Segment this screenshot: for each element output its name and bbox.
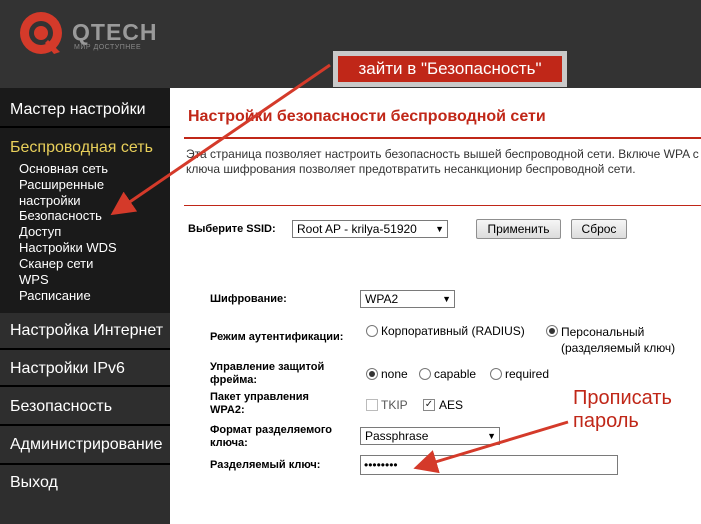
auth-mode-label: Режим аутентификации: xyxy=(210,331,344,343)
encryption-label: Шифрование: xyxy=(210,293,287,305)
sidebar-item-internet[interactable]: Настройка Интернет xyxy=(10,322,163,340)
sidebar-divider xyxy=(0,126,170,128)
auth-personal-radio[interactable] xyxy=(546,325,558,337)
ssid-select[interactable]: Root AP - krilya-51920 ▼ xyxy=(292,220,448,238)
frame-capable-label: capable xyxy=(434,367,477,381)
encryption-select[interactable]: WPA2 ▼ xyxy=(360,290,455,308)
chevron-down-icon: ▼ xyxy=(442,294,451,304)
brand-tagline: МИР ДОСТУПНЕЕ xyxy=(74,44,142,51)
tkip-label: TKIP xyxy=(381,398,408,412)
sidebar-subitem-scanner[interactable]: Сканер сети xyxy=(19,256,93,271)
encryption-select-value: WPA2 xyxy=(365,292,399,306)
annotation-note: Прописать пароль xyxy=(573,387,672,433)
sidebar-subitem-advanced[interactable]: Расширенные настройки xyxy=(19,177,149,209)
aes-label: AES xyxy=(439,398,464,412)
sidebar-item-setup-wizard[interactable]: Мастер настройки xyxy=(10,101,146,119)
sidebar-item-security[interactable]: Безопасность xyxy=(10,398,112,416)
psk-input[interactable]: •••••••• xyxy=(360,455,618,475)
auth-personal-label: Персональный (разделяемый ключ) xyxy=(561,325,676,355)
sidebar-subitem-wps[interactable]: WPS xyxy=(19,272,49,287)
sidebar-item-admin[interactable]: Администрирование xyxy=(10,436,163,454)
sidebar-item-ipv6[interactable]: Настройки IPv6 xyxy=(10,360,125,378)
annotation-callout-text: зайти в "Безопасность" xyxy=(338,56,562,82)
sidebar-subitem-basic[interactable]: Основная сеть xyxy=(19,161,108,176)
page-description: Эта страница позволяет настроить безопас… xyxy=(186,147,701,176)
frame-none-radio[interactable] xyxy=(366,368,378,380)
wpa2-cipher-label: Пакет управления WPA2: xyxy=(210,391,309,416)
description-divider xyxy=(184,205,701,206)
sidebar-subitem-access[interactable]: Доступ xyxy=(19,224,61,239)
frame-capable-radio[interactable] xyxy=(419,368,431,380)
frame-protection-label: Управление защитой фрейма: xyxy=(210,361,325,386)
aes-checkbox[interactable]: ✓ xyxy=(423,399,435,411)
annotation-callout: зайти в "Безопасность" xyxy=(333,51,567,87)
brand-name: QTECH xyxy=(72,19,158,45)
frame-required-label: required xyxy=(505,367,550,381)
chevron-down-icon: ▼ xyxy=(487,431,496,441)
tkip-checkbox[interactable] xyxy=(366,399,378,411)
psk-format-select-value: Passphrase xyxy=(365,429,429,443)
router-admin-page: QTECH МИР ДОСТУПНЕЕ Мастер настройки Бес… xyxy=(0,0,701,524)
auth-corporate-label: Корпоративный (RADIUS) xyxy=(381,324,525,338)
psk-format-select[interactable]: Passphrase ▼ xyxy=(360,427,500,445)
sidebar: Мастер настройки Беспроводная сеть Основ… xyxy=(0,88,170,524)
psk-label: Разделяемый ключ: xyxy=(210,459,321,471)
frame-required-radio[interactable] xyxy=(490,368,502,380)
title-divider xyxy=(184,137,701,139)
chevron-down-icon: ▼ xyxy=(435,224,444,234)
reset-button[interactable]: Сброс xyxy=(571,219,627,239)
sidebar-item-wireless[interactable]: Беспроводная сеть xyxy=(10,139,153,157)
qtech-logo-icon xyxy=(20,12,62,54)
sidebar-item-logout[interactable]: Выход xyxy=(10,474,58,492)
auth-corporate-radio[interactable] xyxy=(366,325,378,337)
page-title: Настройки безопасности беспроводной сети xyxy=(188,108,546,125)
sidebar-subitem-schedule[interactable]: Расписание xyxy=(19,288,91,303)
annotation-note-line1: Прописать xyxy=(573,387,672,409)
frame-none-label: none xyxy=(381,367,408,381)
apply-button[interactable]: Применить xyxy=(476,219,561,239)
sidebar-subitem-security[interactable]: Безопасность xyxy=(19,208,102,223)
ssid-select-value: Root AP - krilya-51920 xyxy=(297,222,417,236)
psk-format-label: Формат разделяемого ключа: xyxy=(210,424,333,449)
annotation-note-line2: пароль xyxy=(573,410,639,432)
main-content: Настройки безопасности беспроводной сети… xyxy=(170,88,701,524)
sidebar-subitem-wds[interactable]: Настройки WDS xyxy=(19,240,117,255)
ssid-label: Выберите SSID: xyxy=(188,223,276,235)
